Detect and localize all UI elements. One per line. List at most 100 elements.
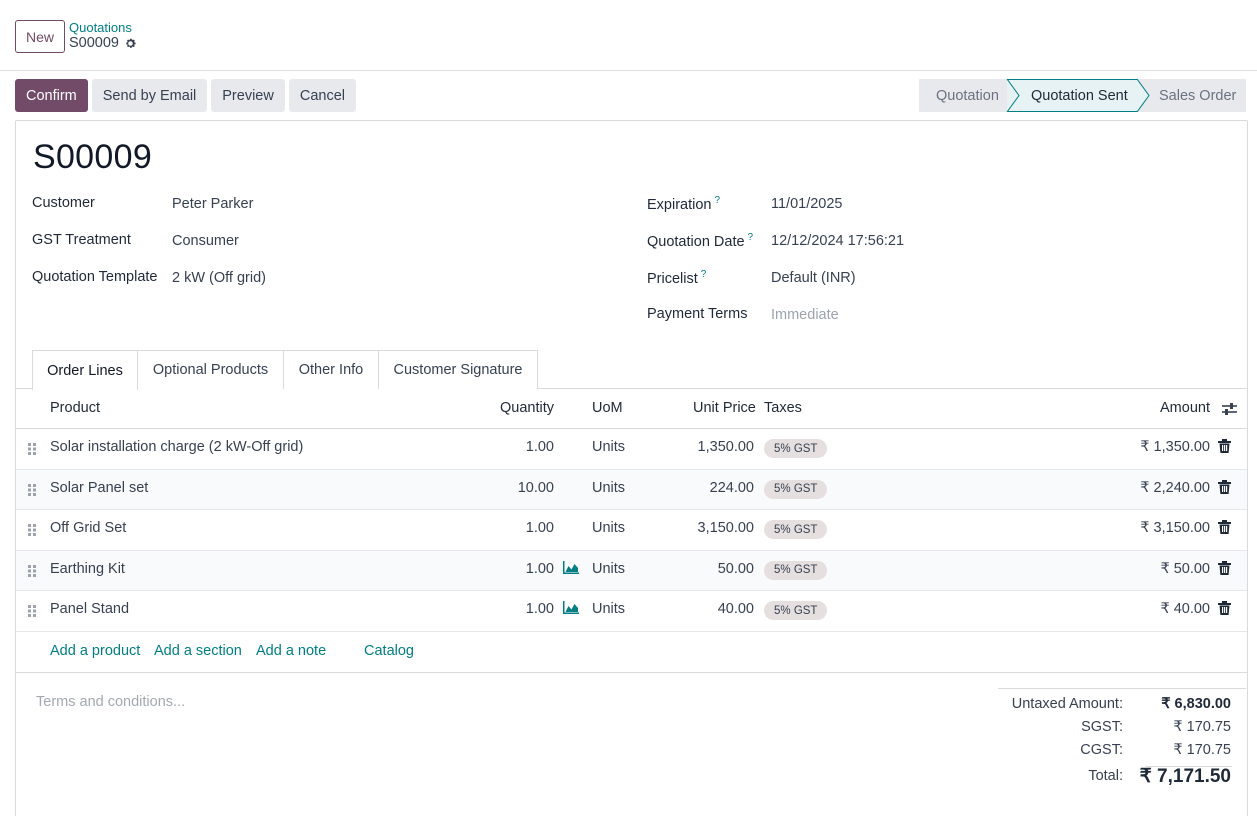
unit-price-cell[interactable]: 50.00 [654, 561, 754, 577]
uom-cell[interactable]: Units [592, 601, 625, 617]
drag-handle-icon[interactable] [27, 442, 37, 456]
catalog-link[interactable]: Catalog [364, 643, 414, 659]
new-button[interactable]: New [15, 20, 65, 53]
tax-badge[interactable]: 5% GST [764, 601, 828, 620]
expiration-label: Expiration? [647, 195, 721, 213]
trash-icon[interactable] [1218, 479, 1231, 494]
product-cell[interactable]: Solar installation charge (2 kW-Off grid… [50, 439, 303, 455]
tab-optional-products[interactable]: Optional Products [137, 350, 284, 389]
stage-quotation[interactable]: Quotation [919, 79, 1007, 112]
sgst-value: ₹ 170.75 [1173, 719, 1231, 735]
col-uom[interactable]: UoM [592, 400, 623, 416]
total-value: ₹ 7,171.50 [1139, 766, 1231, 787]
action-buttons: Confirm Send by Email Preview Cancel [15, 79, 356, 112]
quantity-cell[interactable]: 1.00 [474, 561, 554, 577]
gst-treatment-field[interactable]: Consumer [172, 233, 239, 249]
send-by-email-button[interactable]: Send by Email [91, 79, 208, 112]
table-header: Product Quantity UoM Unit Price Taxes Am… [16, 389, 1247, 429]
customer-label: Customer [32, 195, 95, 211]
add-line-row: Add a product Add a section Add a note C… [16, 632, 1247, 673]
order-lines-table: Product Quantity UoM Unit Price Taxes Am… [16, 389, 1247, 632]
product-cell[interactable]: Earthing Kit [50, 561, 125, 577]
uom-cell[interactable]: Units [592, 520, 625, 536]
notebook-tabs: Order Lines Optional Products Other Info… [16, 350, 1247, 390]
tax-badge[interactable]: 5% GST [764, 560, 828, 580]
table-row[interactable]: Panel Stand 1.00 Units 40.00 5% GST ₹ 40.00 [16, 591, 1247, 632]
tax-badge[interactable]: 5% GST [764, 520, 828, 539]
add-product-link[interactable]: Add a product [50, 643, 140, 659]
uom-cell[interactable]: Units [592, 439, 625, 455]
col-product[interactable]: Product [50, 400, 100, 416]
trash-icon[interactable] [1218, 439, 1231, 453]
gst-treatment-label: GST Treatment [32, 232, 131, 248]
pricelist-field[interactable]: Default (INR) [771, 270, 856, 286]
help-icon[interactable]: ? [748, 232, 754, 243]
col-taxes[interactable]: Taxes [764, 400, 802, 416]
uom-cell[interactable]: Units [592, 561, 625, 577]
tab-other-info[interactable]: Other Info [283, 350, 379, 389]
col-unit-price[interactable]: Unit Price [693, 400, 756, 416]
quantity-cell[interactable]: 10.00 [474, 480, 554, 496]
product-cell[interactable]: Solar Panel set [50, 480, 148, 496]
unit-price-cell[interactable]: 40.00 [654, 601, 754, 617]
col-quantity[interactable]: Quantity [500, 400, 554, 416]
trash-icon[interactable] [1218, 560, 1231, 575]
table-row[interactable]: Earthing Kit 1.00 Units 50.00 5% GST ₹ 50.00 [16, 550, 1247, 591]
gear-icon[interactable] [124, 37, 137, 50]
table-row[interactable]: Solar Panel set 10.00 Units 224.00 5% GST ₹ 2… [16, 469, 1247, 510]
drag-handle-icon[interactable] [27, 523, 37, 537]
uom-cell[interactable]: Units [592, 480, 625, 496]
stage-sales-order[interactable]: Sales Order [1137, 79, 1246, 112]
tab-order-lines[interactable]: Order Lines [32, 350, 138, 390]
quantity-cell[interactable]: 1.00 [474, 601, 554, 617]
trash-icon[interactable] [1218, 520, 1231, 534]
help-icon[interactable]: ? [714, 195, 720, 206]
help-icon[interactable]: ? [701, 269, 707, 280]
quotation-date-field[interactable]: 12/12/2024 17:56:21 [771, 233, 904, 249]
drag-handle-icon[interactable] [27, 604, 37, 618]
tax-badge[interactable]: 5% GST [764, 479, 828, 499]
trash-icon[interactable] [1218, 601, 1231, 615]
quotation-template-label: Quotation Template [32, 269, 158, 285]
untaxed-amount-label: Untaxed Amount: [1011, 696, 1123, 712]
unit-price-cell[interactable]: 3,150.00 [654, 520, 754, 536]
stage-quotation-sent[interactable]: Quotation Sent [1007, 79, 1137, 112]
forecast-chart-icon[interactable] [563, 601, 579, 614]
control-panel: New Quotations S00009 [0, 0, 1257, 71]
breadcrumb-quotations[interactable]: Quotations [69, 20, 132, 35]
product-cell[interactable]: Off Grid Set [50, 520, 126, 536]
payment-terms-field[interactable]: Immediate [771, 307, 839, 323]
unit-price-cell[interactable]: 224.00 [654, 480, 754, 496]
terms-and-conditions-field[interactable]: Terms and conditions... [36, 694, 185, 710]
total-label: Total: [1088, 768, 1123, 784]
table-row[interactable]: Solar installation charge (2 kW-Off grid… [16, 429, 1247, 470]
drag-handle-icon[interactable] [27, 564, 37, 578]
quantity-cell[interactable]: 1.00 [474, 520, 554, 536]
forecast-chart-icon[interactable] [563, 560, 579, 574]
quotation-template-field[interactable]: 2 kW (Off grid) [172, 270, 266, 286]
cgst-value: ₹ 170.75 [1173, 742, 1231, 758]
expiration-field[interactable]: 11/01/2025 [771, 196, 843, 212]
unit-price-cell[interactable]: 1,350.00 [654, 439, 754, 455]
table-row[interactable]: Off Grid Set 1.00 Units 3,150.00 5% GST ₹ 3,1… [16, 510, 1247, 551]
cgst-label: CGST: [1080, 742, 1123, 758]
page-title: S00009 [33, 138, 153, 176]
customer-field[interactable]: Peter Parker [172, 196, 253, 212]
drag-handle-icon[interactable] [27, 483, 37, 497]
amount-cell: ₹ 1,350.00 [1140, 439, 1210, 455]
add-note-link[interactable]: Add a note [256, 643, 326, 659]
cancel-button[interactable]: Cancel [288, 79, 356, 112]
confirm-button[interactable]: Confirm [15, 79, 88, 112]
quantity-cell[interactable]: 1.00 [474, 439, 554, 455]
amount-cell: ₹ 40.00 [1160, 601, 1210, 617]
tab-customer-signature[interactable]: Customer Signature [378, 350, 538, 389]
sgst-label: SGST: [1081, 719, 1123, 735]
col-amount[interactable]: Amount [1160, 400, 1210, 416]
breadcrumb-current: S00009 [69, 35, 137, 51]
product-cell[interactable]: Panel Stand [50, 601, 129, 617]
add-section-link[interactable]: Add a section [154, 643, 242, 659]
preview-button[interactable]: Preview [211, 79, 285, 112]
tax-badge[interactable]: 5% GST [764, 439, 828, 458]
status-bar: Quotation Quotation Sent Sales Order [919, 79, 1246, 112]
optional-columns-icon[interactable] [1222, 402, 1237, 416]
